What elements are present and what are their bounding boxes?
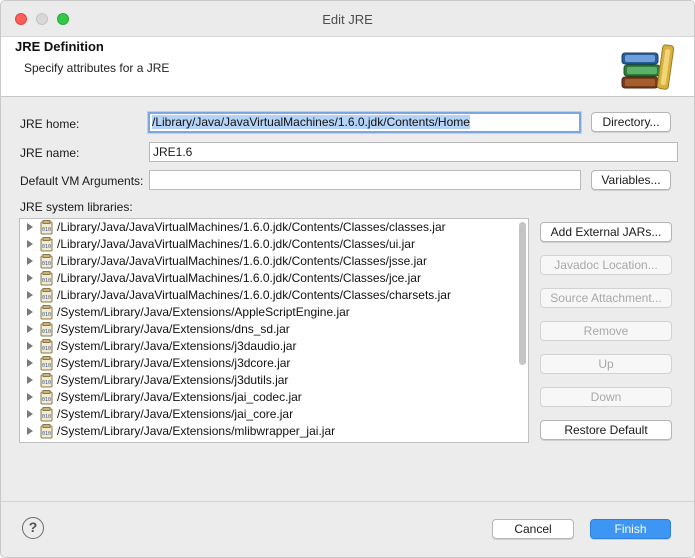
svg-text:010: 010 xyxy=(42,312,51,318)
footer-separator xyxy=(1,501,694,502)
svg-text:010: 010 xyxy=(42,244,51,250)
library-path: /System/Library/Java/Extensions/dns_sd.j… xyxy=(57,322,290,336)
library-path: /Library/Java/JavaVirtualMachines/1.6.0.… xyxy=(57,254,427,268)
svg-text:010: 010 xyxy=(42,414,51,420)
jar-file-icon: 010 xyxy=(40,424,53,439)
svg-text:010: 010 xyxy=(42,329,51,335)
svg-text:010: 010 xyxy=(42,346,51,352)
source-attachment-button[interactable]: Source Attachment... xyxy=(540,288,672,308)
library-row[interactable]: 010/System/Library/Java/Extensions/j3dut… xyxy=(20,372,514,389)
jre-libraries-tree[interactable]: 010/Library/Java/JavaVirtualMachines/1.6… xyxy=(19,218,529,443)
finish-button[interactable]: Finish xyxy=(590,519,671,539)
jar-file-icon: 010 xyxy=(40,373,53,388)
vm-arguments-label: Default VM Arguments: xyxy=(20,174,144,188)
jre-name-label: JRE name: xyxy=(20,146,80,160)
disclosure-triangle-icon[interactable] xyxy=(27,393,33,401)
library-row[interactable]: 010/System/Library/Java/Extensions/jai_c… xyxy=(20,406,514,423)
library-path: /Library/Java/JavaVirtualMachines/1.6.0.… xyxy=(57,288,451,302)
library-row[interactable]: 010/Library/Java/JavaVirtualMachines/1.6… xyxy=(20,236,514,253)
cancel-button[interactable]: Cancel xyxy=(492,519,574,539)
jar-file-icon: 010 xyxy=(40,322,53,337)
svg-text:010: 010 xyxy=(42,363,51,369)
variables-button[interactable]: Variables... xyxy=(591,170,671,190)
library-path: /System/Library/Java/Extensions/jai_code… xyxy=(57,390,302,404)
library-path: /System/Library/Java/Extensions/AppleScr… xyxy=(57,305,350,319)
vm-arguments-input[interactable] xyxy=(149,170,581,190)
disclosure-triangle-icon[interactable] xyxy=(27,359,33,367)
library-path: /System/Library/Java/Extensions/j3daudio… xyxy=(57,339,297,353)
library-path: /Library/Java/JavaVirtualMachines/1.6.0.… xyxy=(57,237,415,251)
disclosure-triangle-icon[interactable] xyxy=(27,342,33,350)
books-icon xyxy=(621,44,675,90)
jar-file-icon: 010 xyxy=(40,288,53,303)
disclosure-triangle-icon[interactable] xyxy=(27,427,33,435)
svg-text:010: 010 xyxy=(42,380,51,386)
library-row[interactable]: 010/Library/Java/JavaVirtualMachines/1.6… xyxy=(20,219,514,236)
jre-home-value: /Library/Java/JavaVirtualMachines/1.6.0.… xyxy=(152,115,470,129)
help-icon[interactable]: ? xyxy=(22,517,44,539)
jar-file-icon: 010 xyxy=(40,407,53,422)
edit-jre-dialog: Edit JRE JRE Definition Specify attribut… xyxy=(0,0,695,558)
disclosure-triangle-icon[interactable] xyxy=(27,410,33,418)
library-path: /Library/Java/JavaVirtualMachines/1.6.0.… xyxy=(57,220,446,234)
svg-text:010: 010 xyxy=(42,278,51,284)
header-subtitle: Specify attributes for a JRE xyxy=(24,61,170,75)
library-path: /System/Library/Java/Extensions/j3dcore.… xyxy=(57,356,291,370)
disclosure-triangle-icon[interactable] xyxy=(27,274,33,282)
disclosure-triangle-icon[interactable] xyxy=(27,376,33,384)
library-path: /System/Library/Java/Extensions/j3dutils… xyxy=(57,373,289,387)
disclosure-triangle-icon[interactable] xyxy=(27,257,33,265)
disclosure-triangle-icon[interactable] xyxy=(27,291,33,299)
restore-default-button[interactable]: Restore Default xyxy=(540,420,672,440)
libraries-scrollbar[interactable] xyxy=(519,222,526,365)
javadoc-location-button[interactable]: Javadoc Location... xyxy=(540,255,672,275)
svg-text:010: 010 xyxy=(42,227,51,233)
library-row[interactable]: 010/Library/Java/JavaVirtualMachines/1.6… xyxy=(20,270,514,287)
library-row[interactable]: 010/System/Library/Java/Extensions/j3dau… xyxy=(20,338,514,355)
header-title: JRE Definition xyxy=(15,39,104,54)
library-path: /System/Library/Java/Extensions/mlibwrap… xyxy=(57,424,336,438)
library-path: /Library/Java/JavaVirtualMachines/1.6.0.… xyxy=(57,271,421,285)
jar-file-icon: 010 xyxy=(40,237,53,252)
directory-button[interactable]: Directory... xyxy=(591,112,671,132)
library-row[interactable]: 010/System/Library/Java/Extensions/dns_s… xyxy=(20,321,514,338)
library-row[interactable]: 010/System/Library/Java/Extensions/mlibw… xyxy=(20,423,514,440)
jre-home-input[interactable]: /Library/Java/JavaVirtualMachines/1.6.0.… xyxy=(148,112,581,133)
window-title: Edit JRE xyxy=(322,12,373,27)
jar-file-icon: 010 xyxy=(40,339,53,354)
up-button[interactable]: Up xyxy=(540,354,672,374)
disclosure-triangle-icon[interactable] xyxy=(27,240,33,248)
svg-text:010: 010 xyxy=(42,261,51,267)
jre-home-label: JRE home: xyxy=(20,117,80,131)
library-row[interactable]: 010/Library/Java/JavaVirtualMachines/1.6… xyxy=(20,287,514,304)
jre-libraries-label: JRE system libraries: xyxy=(20,200,133,214)
disclosure-triangle-icon[interactable] xyxy=(27,223,33,231)
jar-file-icon: 010 xyxy=(40,390,53,405)
library-row[interactable]: 010/Library/Java/JavaVirtualMachines/1.6… xyxy=(20,253,514,270)
down-button[interactable]: Down xyxy=(540,387,672,407)
add-external-jars-button[interactable]: Add External JARs... xyxy=(540,222,672,242)
jar-file-icon: 010 xyxy=(40,254,53,269)
library-path: /System/Library/Java/Extensions/jai_core… xyxy=(57,407,294,421)
svg-text:010: 010 xyxy=(42,397,51,403)
jar-file-icon: 010 xyxy=(40,220,53,235)
jar-file-icon: 010 xyxy=(40,305,53,320)
svg-text:010: 010 xyxy=(42,431,51,437)
library-row[interactable]: 010/System/Library/Java/Extensions/jai_c… xyxy=(20,389,514,406)
jar-file-icon: 010 xyxy=(40,356,53,371)
library-row[interactable]: 010/System/Library/Java/Extensions/j3dco… xyxy=(20,355,514,372)
jre-name-input[interactable]: JRE1.6 xyxy=(149,142,678,162)
remove-button[interactable]: Remove xyxy=(540,321,672,341)
dialog-header: JRE Definition Specify attributes for a … xyxy=(1,37,694,97)
title-bar: Edit JRE xyxy=(1,1,694,37)
library-row[interactable]: 010/System/Library/Java/Extensions/Apple… xyxy=(20,304,514,321)
svg-text:010: 010 xyxy=(42,295,51,301)
disclosure-triangle-icon[interactable] xyxy=(27,308,33,316)
jar-file-icon: 010 xyxy=(40,271,53,286)
disclosure-triangle-icon[interactable] xyxy=(27,325,33,333)
